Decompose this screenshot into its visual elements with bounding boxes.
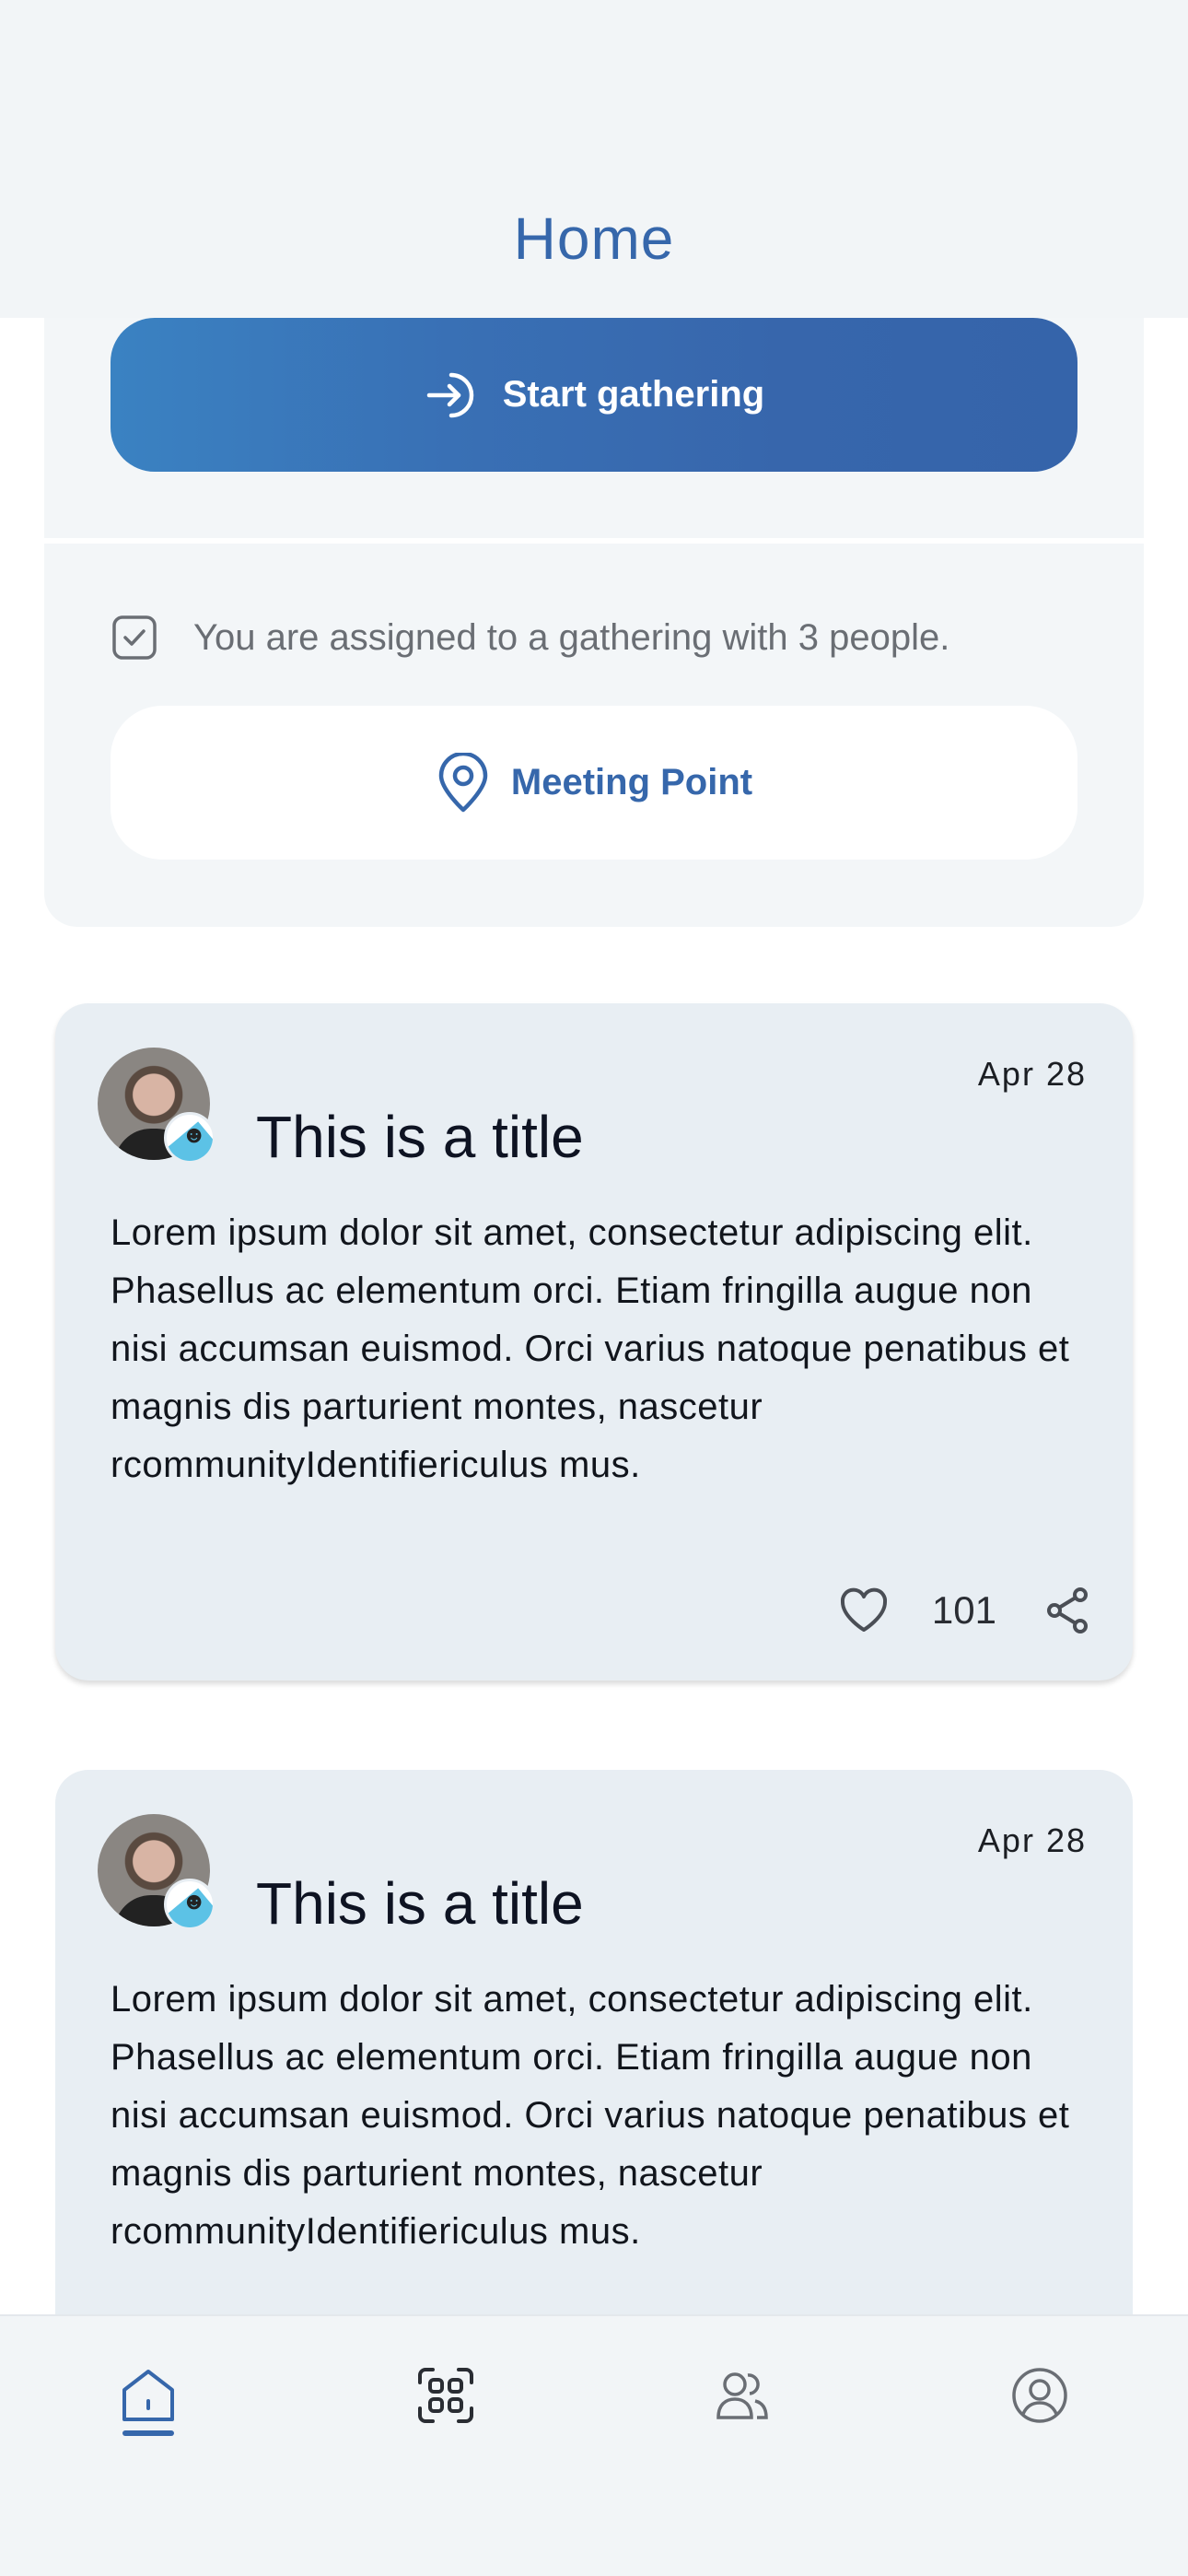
meeting-point-label: Meeting Point <box>510 762 753 802</box>
map-pin-icon <box>438 752 488 812</box>
qr-scan-icon <box>418 2368 473 2423</box>
post-card[interactable]: ☻ Apr 28 This is a title Lorem ipsum dol… <box>55 1003 1133 1680</box>
assignment-status: You are assigned to a gathering with 3 p… <box>111 612 949 663</box>
people-icon <box>716 2372 768 2419</box>
heart-icon[interactable] <box>838 1586 890 1635</box>
post-title: This is a title <box>256 1870 584 1937</box>
post-actions: 101 <box>838 1583 1090 1638</box>
login-arrow-icon <box>426 372 473 417</box>
meeting-point-button[interactable]: Meeting Point <box>111 706 1077 860</box>
page-title: Home <box>513 205 675 272</box>
nav-people[interactable] <box>705 2366 779 2449</box>
bottom-navigation <box>0 2314 1188 2576</box>
post-title: This is a title <box>256 1104 584 1170</box>
assignment-text: You are assigned to a gathering with 3 p… <box>193 616 950 658</box>
checkbox-checked-icon <box>112 615 157 660</box>
like-count: 101 <box>931 1588 996 1632</box>
post-date: Apr 28 <box>977 1055 1087 1093</box>
nav-profile[interactable] <box>1003 2366 1077 2449</box>
community-badge-icon: ☻ <box>164 1112 215 1164</box>
post-body: Lorem ipsum dolor sit amet, consectetur … <box>111 1979 1070 2252</box>
home-icon <box>122 2370 174 2421</box>
nav-home[interactable] <box>111 2366 185 2449</box>
active-indicator <box>122 2430 174 2436</box>
start-gathering-label: Start gathering <box>502 374 765 415</box>
community-badge-icon: ☻ <box>164 1879 215 1930</box>
start-gathering-button[interactable]: Start gathering <box>111 318 1077 472</box>
profile-icon <box>1012 2368 1067 2423</box>
post-date: Apr 28 <box>977 1821 1087 1859</box>
top-header: Home <box>0 0 1188 318</box>
post-body: Lorem ipsum dolor sit amet, consectetur … <box>111 1212 1070 1485</box>
nav-scan[interactable] <box>409 2366 483 2449</box>
share-icon[interactable] <box>1044 1586 1090 1635</box>
